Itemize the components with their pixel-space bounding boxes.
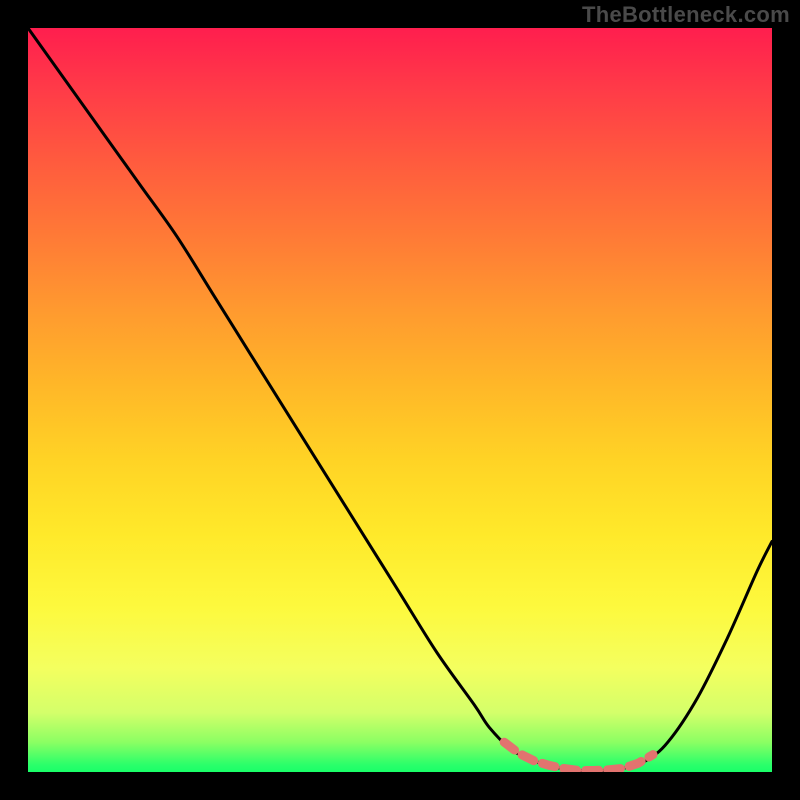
watermark-text: TheBottleneck.com	[582, 2, 790, 28]
chart-frame: TheBottleneck.com	[0, 0, 800, 800]
plot-area	[28, 28, 772, 772]
bottleneck-curve	[28, 28, 772, 771]
curve-svg	[28, 28, 772, 772]
optimal-flat-region-marker	[504, 742, 653, 770]
